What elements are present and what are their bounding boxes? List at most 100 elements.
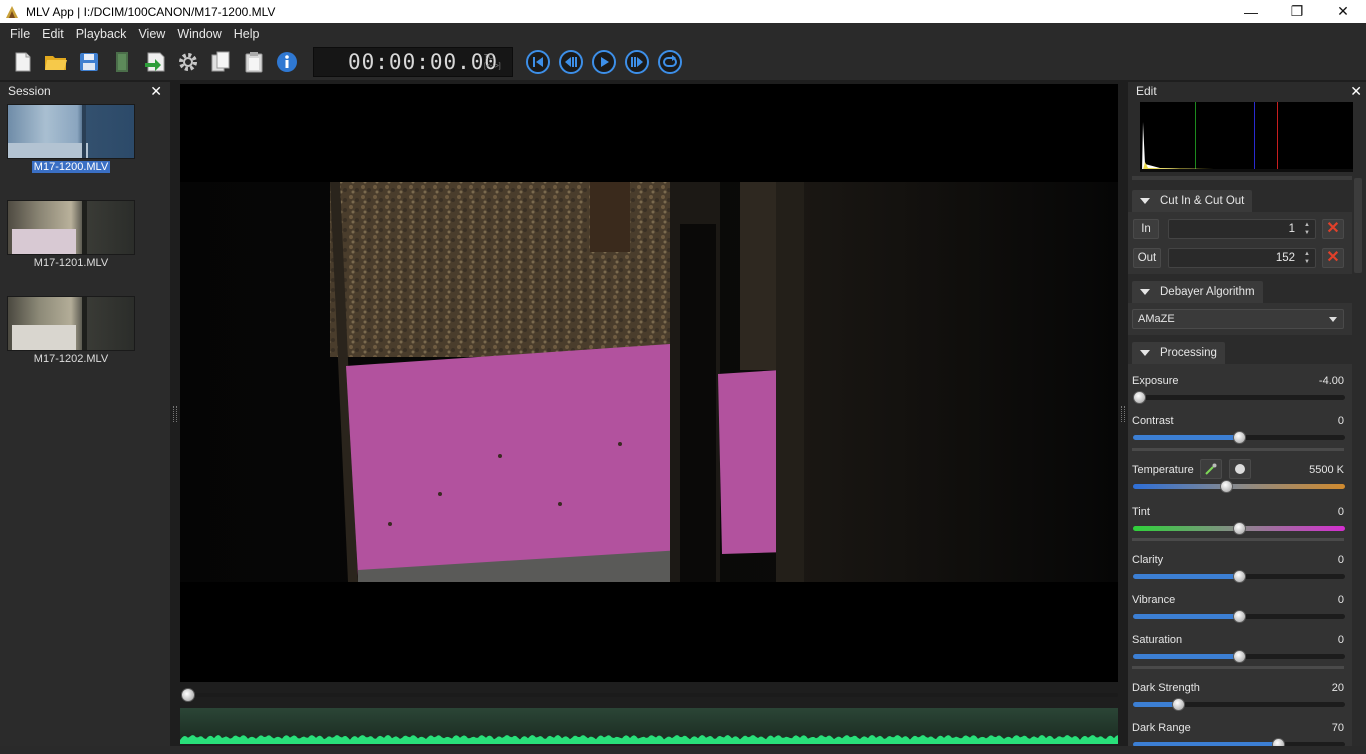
cut-in-value: 1 (1288, 223, 1295, 235)
white-balance-picker-button[interactable] (1200, 459, 1222, 479)
temperature-slider-handle[interactable] (1220, 480, 1233, 493)
cut-section-body: In 1 ▲ ▼ ✕ Out 152 ▲ ▼ ✕ (1128, 212, 1352, 274)
section-debayer[interactable]: Debayer Algorithm (1132, 281, 1263, 303)
cut-out-spinbox[interactable]: 152 ▲ ▼ (1168, 248, 1316, 268)
eyedropper-icon (1205, 463, 1217, 475)
settings-gear-icon[interactable] (176, 50, 200, 74)
tint-value[interactable]: 0 (1338, 506, 1344, 518)
timecode-mode-label[interactable]: TC [<-->] (484, 53, 501, 71)
menu-bar: File Edit Playback View Window Help (0, 23, 1366, 44)
dark-strength-value[interactable]: 20 (1332, 682, 1344, 694)
play-icon[interactable] (591, 49, 617, 75)
processing-section-body: Exposure -4.00 Contrast 0 Temperature 55… (1128, 364, 1352, 746)
clip-name: M17-1202.MLV (33, 353, 109, 365)
saturation-value[interactable]: 0 (1338, 634, 1344, 646)
menu-help[interactable]: Help (228, 27, 266, 41)
menu-edit[interactable]: Edit (36, 27, 70, 41)
copy-icon[interactable] (209, 50, 233, 74)
clip-item[interactable]: M17-1200.MLV (7, 104, 135, 173)
histogram-scroll (1132, 176, 1352, 180)
white-balance-auto-button[interactable] (1229, 459, 1251, 479)
toolbar: 00:00:00.00 TC [<-->] (0, 44, 1366, 80)
cut-in-reset-button[interactable]: ✕ (1322, 219, 1344, 239)
export-disk-icon[interactable] (110, 50, 134, 74)
menu-playback[interactable]: Playback (70, 27, 133, 41)
spin-arrows-icon[interactable]: ▲ ▼ (1301, 250, 1313, 266)
dark-range-slider[interactable] (1133, 738, 1345, 746)
cut-out-reset-button[interactable]: ✕ (1322, 248, 1344, 268)
info-icon[interactable] (275, 50, 299, 74)
loop-icon[interactable] (657, 49, 683, 75)
vibrance-slider-handle[interactable] (1233, 610, 1246, 623)
saturation-label: Saturation (1132, 634, 1183, 646)
contrast-slider[interactable] (1133, 431, 1345, 444)
exposure-slider-handle[interactable] (1133, 391, 1146, 404)
clip-item[interactable]: M17-1202.MLV (7, 296, 135, 365)
cut-in-spinbox[interactable]: 1 ▲ ▼ (1168, 219, 1316, 239)
separator (1132, 666, 1344, 669)
cut-in-button[interactable]: In (1133, 219, 1159, 239)
dark-strength-slider-handle[interactable] (1172, 698, 1185, 711)
vibrance-value[interactable]: 0 (1338, 594, 1344, 606)
saturation-slider[interactable] (1133, 650, 1345, 663)
minimize-button[interactable]: — (1228, 0, 1274, 23)
dark-strength-slider[interactable] (1133, 698, 1345, 711)
clarity-slider-handle[interactable] (1233, 570, 1246, 583)
tc-label-bottom: [<-->] (484, 63, 501, 70)
dark-range-slider-handle[interactable] (1272, 738, 1285, 746)
contrast-label: Contrast (1132, 415, 1174, 427)
dark-strength-label: Dark Strength (1132, 682, 1200, 694)
edit-header: Edit ✕ (1128, 82, 1366, 100)
paste-icon[interactable] (242, 50, 266, 74)
open-folder-icon[interactable] (44, 50, 68, 74)
contrast-slider-handle[interactable] (1233, 431, 1246, 444)
session-header: Session ✕ (0, 82, 170, 100)
step-back-icon[interactable] (558, 49, 584, 75)
contrast-value[interactable]: 0 (1338, 415, 1344, 427)
tint-slider-handle[interactable] (1233, 522, 1246, 535)
spin-arrows-icon[interactable]: ▲ ▼ (1301, 221, 1313, 237)
skip-to-start-icon[interactable] (525, 49, 551, 75)
saturation-slider-handle[interactable] (1233, 650, 1246, 663)
right-splitter-handle[interactable] (1121, 406, 1125, 422)
new-session-icon[interactable] (11, 50, 35, 74)
exposure-slider[interactable] (1133, 391, 1345, 404)
session-panel: Session ✕ M17-1200.MLV M17-1201.MLV M17-… (0, 82, 170, 746)
dark-range-value[interactable]: 70 (1332, 722, 1344, 734)
exposure-value[interactable]: -4.00 (1319, 375, 1344, 387)
window-title: MLV App | I:/DCIM/100CANON/M17-1200.MLV (26, 4, 276, 19)
restore-button[interactable]: ❐ (1274, 0, 1320, 23)
edit-panel-scrollbar[interactable] (1354, 178, 1362, 273)
dark-range-label: Dark Range (1132, 722, 1191, 734)
section-cut-in-out[interactable]: Cut In & Cut Out (1132, 190, 1253, 212)
slider-fill (1133, 702, 1177, 707)
cut-out-button[interactable]: Out (1133, 248, 1161, 268)
clarity-slider[interactable] (1133, 570, 1345, 583)
close-window-button[interactable]: ✕ (1320, 0, 1366, 23)
debayer-selected-value: AMaZE (1138, 313, 1175, 325)
left-splitter-handle[interactable] (173, 406, 177, 422)
temperature-slider[interactable] (1133, 480, 1345, 493)
timeline-slider[interactable] (180, 686, 1118, 704)
step-forward-icon[interactable] (624, 49, 650, 75)
section-processing[interactable]: Processing (1132, 342, 1225, 364)
edit-title: Edit (1136, 84, 1157, 98)
tint-label: Tint (1132, 506, 1150, 518)
menu-window[interactable]: Window (171, 27, 227, 41)
menu-file[interactable]: File (4, 27, 36, 41)
dropdown-caret-icon (1329, 317, 1337, 322)
export-arrow-icon[interactable] (143, 50, 167, 74)
debayer-select[interactable]: AMaZE (1132, 309, 1344, 329)
vibrance-slider[interactable] (1133, 610, 1345, 623)
temperature-value[interactable]: 5500 K (1309, 464, 1344, 476)
menu-view[interactable]: View (132, 27, 171, 41)
session-close-icon[interactable]: ✕ (150, 83, 162, 100)
tint-slider[interactable] (1133, 522, 1345, 535)
save-icon[interactable] (77, 50, 101, 74)
clarity-value[interactable]: 0 (1338, 554, 1344, 566)
edit-close-icon[interactable]: ✕ (1350, 83, 1362, 100)
section-title: Processing (1160, 347, 1217, 359)
clip-item[interactable]: M17-1201.MLV (7, 200, 135, 269)
timeline-handle[interactable] (181, 688, 195, 702)
video-viewer[interactable] (180, 84, 1118, 682)
